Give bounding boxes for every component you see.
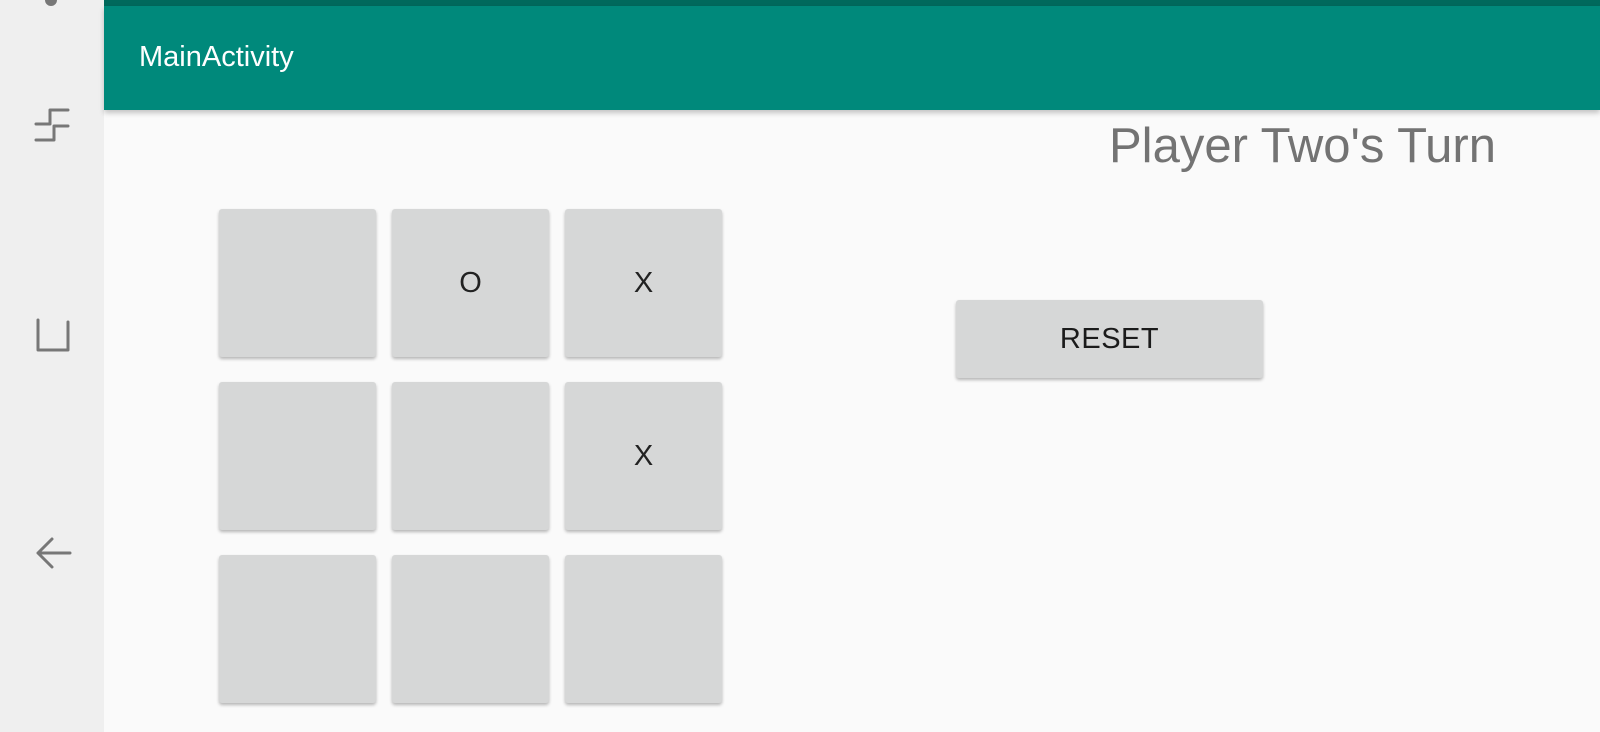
navigation-dot [45, 0, 57, 6]
recent-apps-icon[interactable] [32, 100, 72, 144]
home-icon[interactable] [32, 316, 72, 360]
board-cell-0-2[interactable]: X [565, 209, 722, 357]
board-cell-1-1[interactable] [392, 382, 549, 530]
toolbar-title: MainActivity [139, 41, 294, 73]
system-navigation-bar [0, 0, 104, 732]
board-cell-2-1[interactable] [392, 555, 549, 703]
turn-indicator: Player Two's Turn [1109, 119, 1496, 173]
board-cell-0-1[interactable]: O [392, 209, 549, 357]
reset-button[interactable]: RESET [956, 300, 1263, 378]
back-icon[interactable] [32, 533, 72, 577]
app-toolbar: MainActivity [104, 6, 1600, 110]
app-window: MainActivity Player Two's Turn O X X RES… [104, 0, 1600, 732]
board-cell-1-2[interactable]: X [565, 382, 722, 530]
board-cell-1-0[interactable] [219, 382, 376, 530]
board-cell-2-2[interactable] [565, 555, 722, 703]
board-cell-2-0[interactable] [219, 555, 376, 703]
board-cell-0-0[interactable] [219, 209, 376, 357]
